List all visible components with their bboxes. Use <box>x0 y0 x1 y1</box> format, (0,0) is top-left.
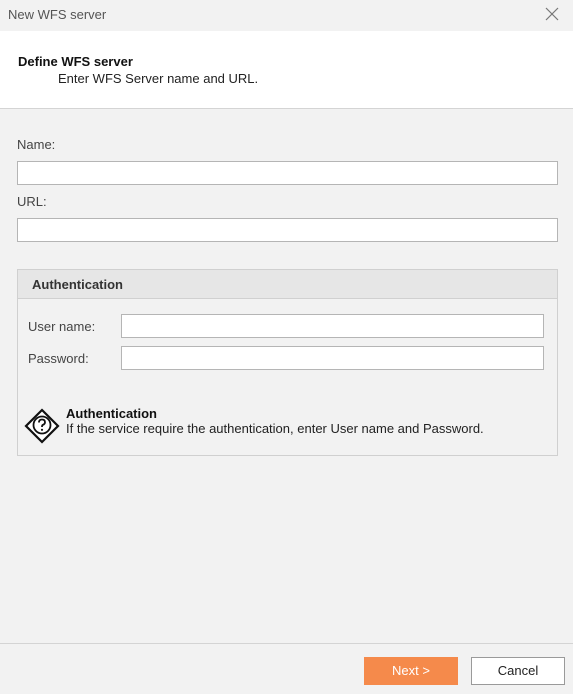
authentication-group-header: Authentication <box>18 270 557 299</box>
header-subtitle: Enter WFS Server name and URL. <box>58 71 259 86</box>
next-button[interactable]: Next > <box>364 657 458 685</box>
password-input[interactable] <box>121 346 544 370</box>
password-label: Password: <box>28 351 89 366</box>
wizard-header: Define WFS server Enter WFS Server name … <box>0 31 573 109</box>
authentication-group: Authentication User name: Password: Auth… <box>17 269 558 456</box>
name-label: Name: <box>17 137 56 152</box>
window-title: New WFS server <box>8 7 107 22</box>
url-label: URL: <box>17 194 47 209</box>
title-bar: New WFS server <box>0 0 573 31</box>
info-text: If the service require the authenticatio… <box>66 421 484 436</box>
close-icon[interactable] <box>543 5 561 23</box>
username-label: User name: <box>28 319 96 334</box>
username-input[interactable] <box>121 314 544 338</box>
url-input[interactable] <box>17 218 558 242</box>
name-input[interactable] <box>17 161 558 185</box>
authentication-group-title: Authentication <box>32 277 123 292</box>
info-title: Authentication <box>66 406 157 421</box>
header-title: Define WFS server <box>18 54 133 69</box>
help-diamond-icon <box>24 408 60 444</box>
cancel-button[interactable]: Cancel <box>471 657 565 685</box>
wizard-footer: Next > Cancel <box>0 643 573 694</box>
